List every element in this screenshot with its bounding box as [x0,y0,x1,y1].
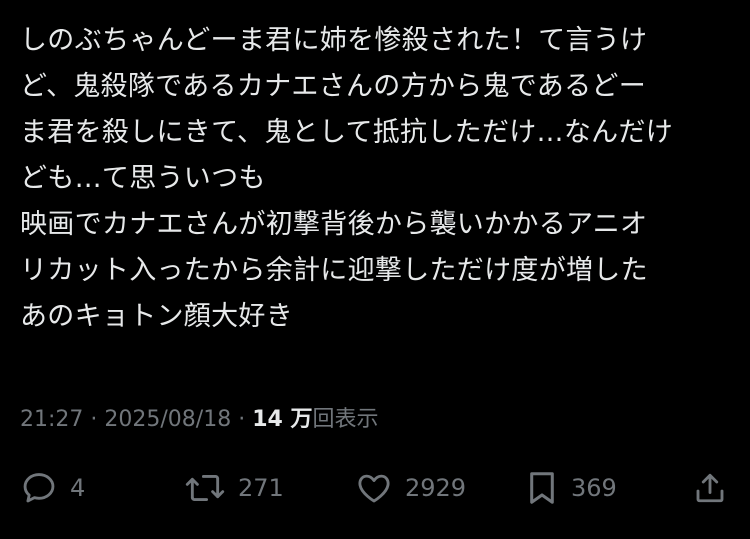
tweet-text-line: リカット入ったから余計に迎撃しただけ度が増した [20,255,648,286]
bookmark-icon [525,469,559,507]
meta-separator: · [231,407,253,432]
retweet-icon [184,469,226,507]
bookmark-count: 369 [571,474,617,502]
action-bar: 4 271 2929 369 [0,468,750,508]
share-icon [692,469,728,507]
views-label: 回表示 [312,407,379,432]
tweet-text-line: ども…て思ういつも [20,163,266,194]
reply-button[interactable]: 4 [20,468,85,508]
tweet-text-line: ま君を殺しにきて、鬼として抵抗しただけ…なんだけ [20,117,674,148]
retweet-button[interactable]: 271 [184,468,284,508]
like-icon [355,469,393,507]
like-count: 2929 [405,474,467,502]
tweet-text: しのぶちゃんどーま君に姉を惨殺された！て言うけ ど、鬼殺隊であるカナエさんの方か… [20,18,735,340]
views-count[interactable]: 14 万 [252,407,312,432]
tweet-text-line: あのキョトン顔大好き [20,301,293,332]
tweet-text-line: 映画でカナエさんが初撃背後から襲いかかるアニオ [20,209,648,240]
tweet-date[interactable]: 2025/08/18 [104,407,231,432]
reply-icon [20,469,58,507]
tweet-meta: 21:27 · 2025/08/18 · 14 万回表示 [20,405,378,435]
share-button[interactable] [692,468,728,508]
tweet-text-line: しのぶちゃんどーま君に姉を惨殺された！て言うけ [20,25,648,56]
bookmark-button[interactable]: 369 [525,468,617,508]
tweet-text-line: ど、鬼殺隊であるカナエさんの方から鬼であるどー [20,71,647,102]
tweet-time[interactable]: 21:27 [20,407,83,432]
meta-separator: · [83,407,105,432]
retweet-count: 271 [238,474,284,502]
reply-count: 4 [70,474,86,502]
like-button[interactable]: 2929 [355,468,466,508]
